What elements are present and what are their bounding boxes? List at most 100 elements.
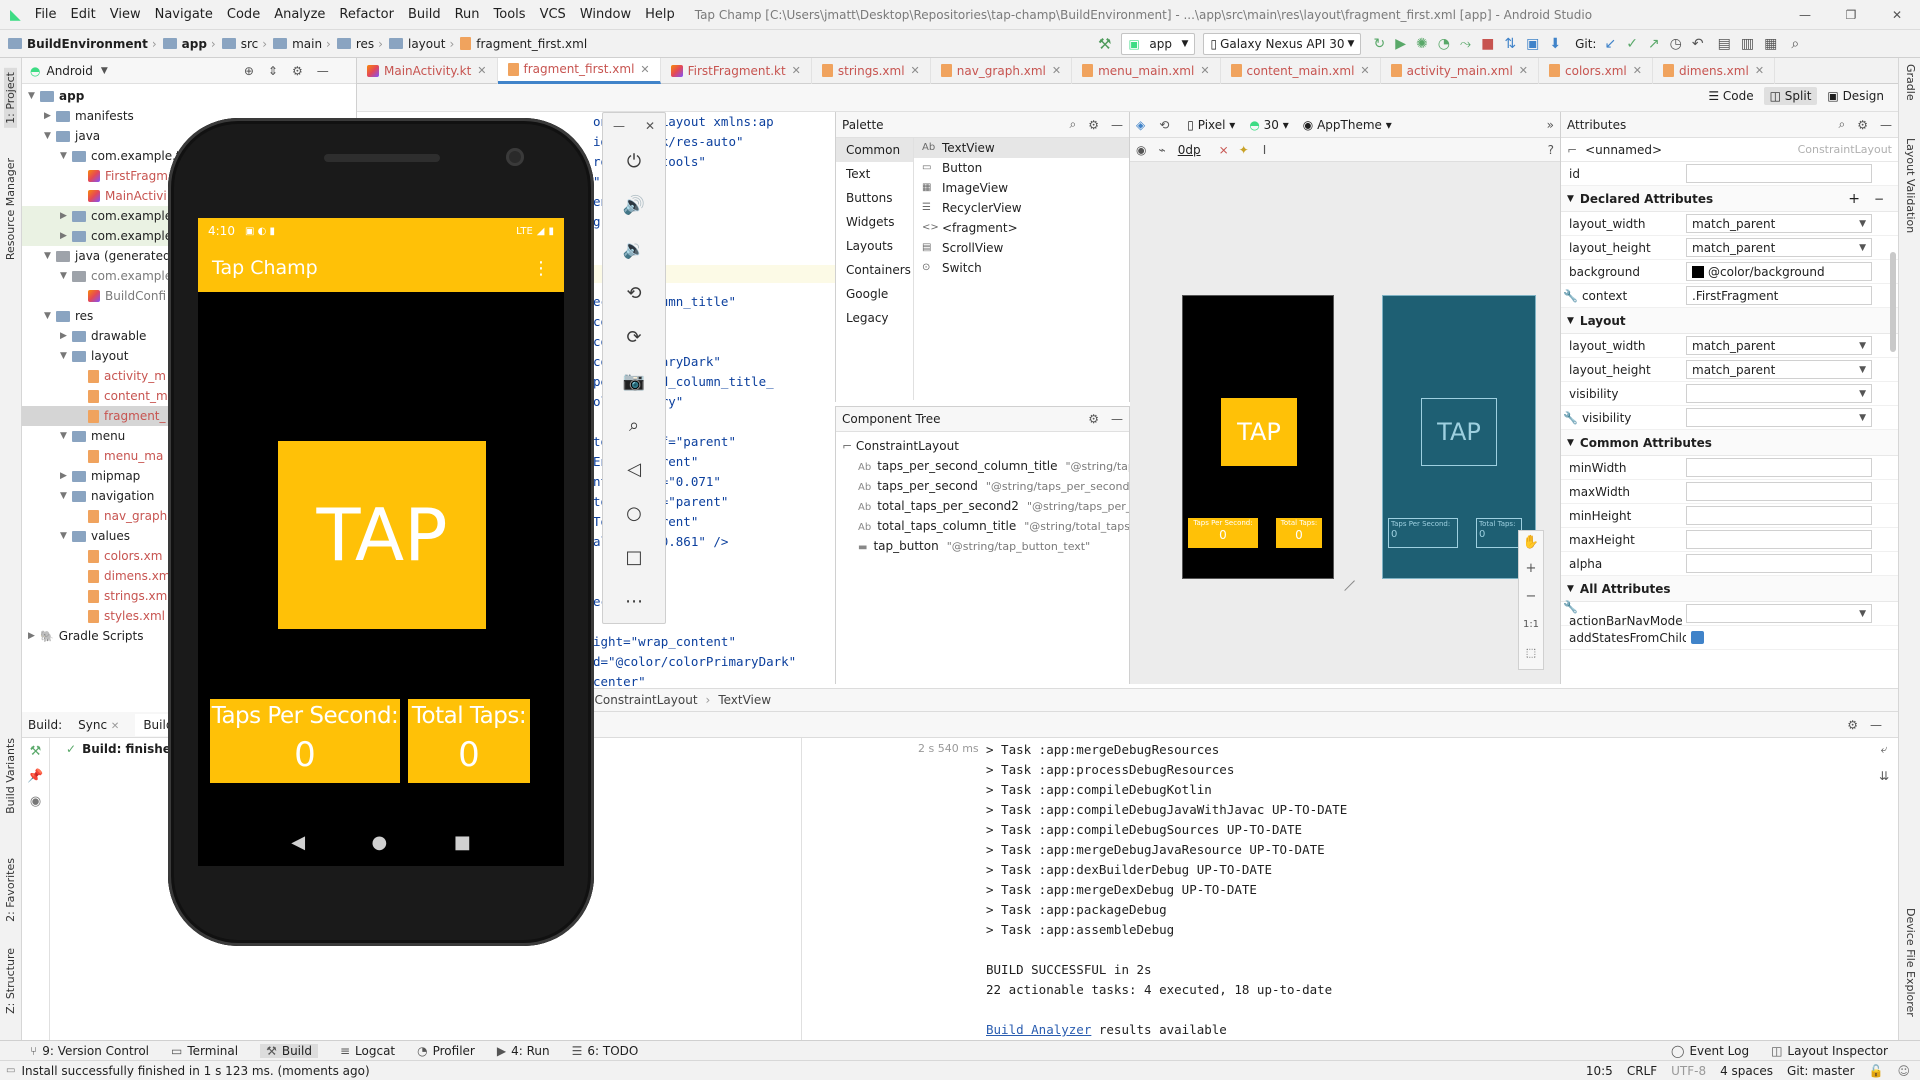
chevron-down-icon[interactable]: ▼ (44, 311, 56, 321)
palette-category[interactable]: Containers (836, 258, 913, 282)
tree-item[interactable]: ▼ app (22, 86, 356, 106)
component-tree-row[interactable]: Ab total_taps_per_second2 "@string/taps_pe… (858, 496, 1129, 516)
search-icon[interactable]: ⌕ (1070, 117, 1077, 132)
attr-value-field[interactable] (1686, 530, 1872, 549)
close-tab-icon[interactable]: ✕ (477, 64, 486, 77)
hammer-icon[interactable]: ⚒ (1098, 35, 1111, 53)
attr-value-field[interactable]: match_parent ▼ (1686, 214, 1872, 233)
apply-changes-icon[interactable]: ↻ (1373, 36, 1385, 52)
gear-icon[interactable]: ⚙ (1088, 412, 1099, 426)
attr-value-field[interactable]: match_parent ▼ (1686, 238, 1872, 257)
code-view-button[interactable]: ☰ Code (1702, 87, 1759, 105)
more-options-icon[interactable]: ⋯ (603, 579, 665, 623)
crumb-textview[interactable]: TextView (718, 693, 771, 707)
attr-value-field[interactable]: @color/background (1686, 262, 1872, 281)
chevron-down-icon[interactable]: ▼ (1859, 365, 1866, 375)
menu-navigate[interactable]: Navigate (155, 7, 213, 22)
chevron-right-icon[interactable]: ▶ (60, 211, 72, 221)
design-preview[interactable]: TAP Taps Per Second: 0 Total Taps: 0 (1182, 295, 1334, 579)
menu-tools[interactable]: Tools (494, 7, 526, 22)
stripe-structure[interactable]: Z: Structure (4, 948, 17, 1014)
device-dropdown[interactable]: ▯ Galaxy Nexus API 30 ▼ (1203, 33, 1362, 55)
component-tree-row[interactable]: Ab total_taps_column_title "@string/total_… (858, 516, 1129, 536)
lock-icon[interactable]: 🔓 (1869, 1064, 1884, 1078)
close-tab-icon[interactable]: ✕ (1755, 64, 1764, 77)
chevron-down-icon[interactable]: ▼ (1859, 389, 1866, 399)
palette-item[interactable]: ☰ RecyclerView (922, 198, 1129, 218)
section-declared[interactable]: ▼ Declared Attributes + − (1561, 186, 1898, 212)
editor-tab[interactable]: activity_main.xml ✕ (1381, 57, 1540, 84)
rotate-left-icon[interactable]: ⟲ (603, 271, 665, 315)
git-history-icon[interactable]: ◷ (1670, 36, 1682, 52)
palette-item[interactable]: ⊙ Switch (922, 258, 1129, 278)
git-update-icon[interactable]: ↙ (1604, 36, 1616, 52)
home-icon[interactable]: ○ (603, 491, 665, 535)
build-output[interactable]: > Task :app:mergeDebugResources > Task :a… (986, 738, 1876, 1040)
attr-value-field[interactable]: match_parent ▼ (1686, 336, 1872, 355)
gear-icon[interactable]: ⚙ (1088, 118, 1099, 132)
chevron-down-icon[interactable]: ▼ (1859, 413, 1866, 423)
avd-manager-icon[interactable]: ▣ (1526, 36, 1539, 52)
pin-icon[interactable]: 📌 (27, 769, 43, 784)
stripe-favorites[interactable]: 2: Favorites (4, 858, 17, 922)
palette-category[interactable]: Layouts (836, 234, 913, 258)
editor-tab[interactable]: nav_graph.xml ✕ (931, 57, 1073, 84)
line-separator[interactable]: CRLF (1627, 1064, 1657, 1078)
menu-refactor[interactable]: Refactor (339, 7, 394, 22)
chevron-down-icon[interactable]: ▼ (44, 251, 56, 261)
close-emulator-button[interactable]: ✕ (645, 119, 655, 133)
close-tab-icon[interactable]: ✕ (1052, 64, 1061, 77)
chevron-down-icon[interactable]: ▼ (60, 271, 72, 281)
chevron-right-icon[interactable]: ▶ (44, 111, 56, 121)
palette-category[interactable]: Common (836, 138, 913, 162)
settings-layout-icon[interactable]: ▥ (1741, 36, 1754, 52)
guidelines-icon[interactable]: I (1263, 143, 1267, 157)
orientation-icon[interactable]: ⟲ (1159, 118, 1169, 132)
run-config-dropdown[interactable]: ▣ app ▼ (1121, 33, 1196, 55)
attr-value-field[interactable] (1686, 506, 1872, 525)
bottom-tool-button[interactable]: ◫ Layout Inspector (1771, 1044, 1888, 1058)
theme-dropdown[interactable]: ◉ AppTheme ▾ (1303, 118, 1392, 132)
gear-icon[interactable]: ⚙ (1847, 718, 1858, 732)
chevron-down-icon[interactable]: ▼ (60, 151, 72, 161)
wrap-icon[interactable]: ⤶ (1881, 742, 1888, 757)
view-options-icon[interactable]: ◉ (1136, 143, 1146, 157)
bottom-tool-button[interactable]: ◔ Profiler (417, 1044, 475, 1058)
stripe-device-file-explorer[interactable]: Device File Explorer (1904, 908, 1917, 1017)
api-dropdown[interactable]: ◓ 30 ▾ (1249, 118, 1288, 132)
close-tab-icon[interactable]: ✕ (1200, 64, 1209, 77)
chevron-down-icon[interactable]: ▼ (60, 431, 72, 441)
back-icon[interactable]: ◁ (603, 447, 665, 491)
bottom-tool-button[interactable]: ≡ Logcat (340, 1044, 395, 1058)
git-commit-icon[interactable]: ✓ (1626, 36, 1638, 52)
search-everywhere-icon[interactable]: ⌕ (1791, 36, 1799, 52)
blueprint-tap-button[interactable]: TAP (1421, 398, 1497, 466)
stripe-layout-validation[interactable]: Layout Validation (1904, 138, 1917, 233)
camera-icon[interactable]: 📷 (603, 359, 665, 403)
menu-build[interactable]: Build (408, 7, 441, 22)
tap-button[interactable]: TAP (278, 441, 486, 629)
tree-root[interactable]: ⌐ ConstraintLayout (842, 436, 1129, 456)
palette-item[interactable]: ▭ Button (922, 158, 1129, 178)
indent-setting[interactable]: 4 spaces (1720, 1064, 1773, 1078)
resize-handle[interactable] (1335, 571, 1355, 591)
crumb-res[interactable]: res (356, 37, 374, 51)
minimize-emulator-button[interactable]: — (613, 119, 625, 133)
project-structure-icon[interactable]: ▤ (1718, 36, 1731, 52)
zoom-icon[interactable]: ⌕ (603, 403, 665, 447)
power-icon[interactable]: ⏻ (603, 139, 665, 183)
component-tree-row[interactable]: Ab taps_per_second_column_title "@string/t… (858, 456, 1129, 476)
profile-icon[interactable]: ◔ (1438, 36, 1450, 52)
menu-code[interactable]: Code (227, 7, 260, 22)
clear-constraints-icon[interactable]: ⨯ (1219, 143, 1229, 157)
chevron-down-icon[interactable]: ▼ (1859, 341, 1866, 351)
attr-value-field[interactable]: .FirstFragment (1686, 286, 1872, 305)
autoconnect-icon[interactable]: ⌁ (1158, 143, 1165, 157)
chevron-right-icon[interactable]: ▶ (60, 331, 72, 341)
bottom-tool-button[interactable]: ▭ Terminal (171, 1044, 238, 1058)
nav-back-icon[interactable]: ◀ (291, 832, 305, 853)
chevron-down-icon[interactable]: ▼ (60, 531, 72, 541)
gear-icon[interactable]: ⚙ (292, 64, 303, 78)
component-tree-row[interactable]: Ab taps_per_second "@string/taps_per_secon… (858, 476, 1129, 496)
git-branch[interactable]: Git: master (1787, 1064, 1855, 1078)
